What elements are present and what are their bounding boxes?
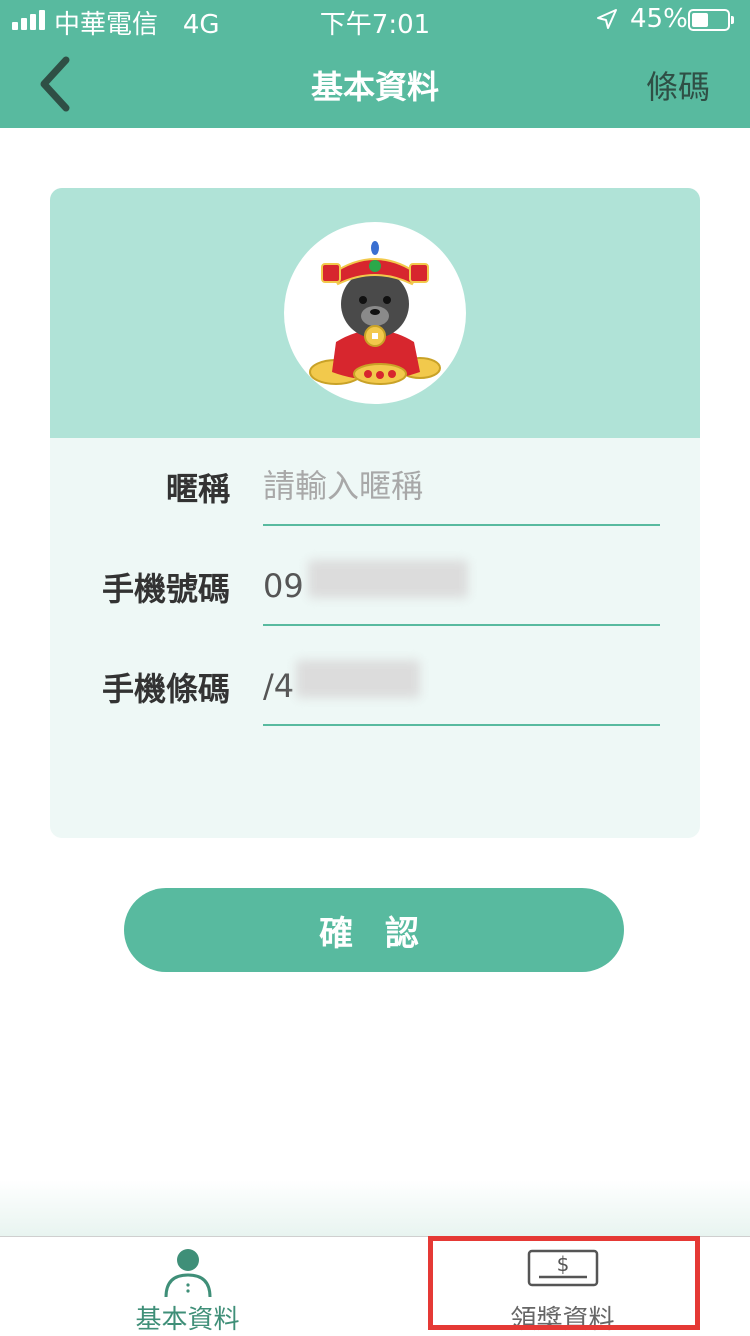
avatar[interactable] [284, 222, 466, 404]
page-title: 基本資料 [310, 68, 439, 106]
nickname-input[interactable] [263, 456, 660, 526]
battery-icon [688, 9, 734, 31]
barcode-button[interactable]: 條碼 [646, 62, 710, 108]
confirm-button[interactable]: 確 認 [124, 888, 624, 972]
tab-basic-info-label: 基本資料 [135, 1305, 240, 1335]
bottom-fade [0, 1180, 750, 1236]
barcode-redaction [296, 660, 420, 698]
nav-bar: 基本資料 條碼 [0, 40, 750, 128]
mobile-barcode-label: 手機條碼 [101, 670, 230, 708]
card-header [50, 188, 700, 438]
battery-percent: 45% [630, 4, 688, 34]
phone-row: 手機號碼 [50, 538, 700, 638]
nickname-label: 暱稱 [165, 470, 230, 508]
svg-text:$: $ [556, 1252, 569, 1276]
phone-redaction [308, 560, 468, 598]
nickname-row: 暱稱 [50, 438, 700, 538]
tab-prize-info[interactable]: $ 領獎資料 [375, 1237, 750, 1335]
status-bar: 中華電信 4G 下午7:01 45% [0, 0, 750, 40]
profile-card: 暱稱 手機號碼 手機條碼 [50, 188, 700, 838]
chevron-left-icon[interactable] [30, 54, 80, 114]
mascot-bear-icon [309, 241, 441, 385]
money-icon: $ [527, 1249, 598, 1287]
tab-bar: 基本資料 $ 領獎資料 [0, 1236, 750, 1335]
tab-prize-info-label: 領獎資料 [510, 1305, 615, 1335]
location-arrow-icon [597, 9, 617, 29]
phone-label: 手機號碼 [101, 570, 230, 608]
person-icon [164, 1249, 211, 1298]
tab-basic-info[interactable]: 基本資料 [0, 1237, 375, 1335]
mobile-barcode-row: 手機條碼 [50, 638, 700, 738]
